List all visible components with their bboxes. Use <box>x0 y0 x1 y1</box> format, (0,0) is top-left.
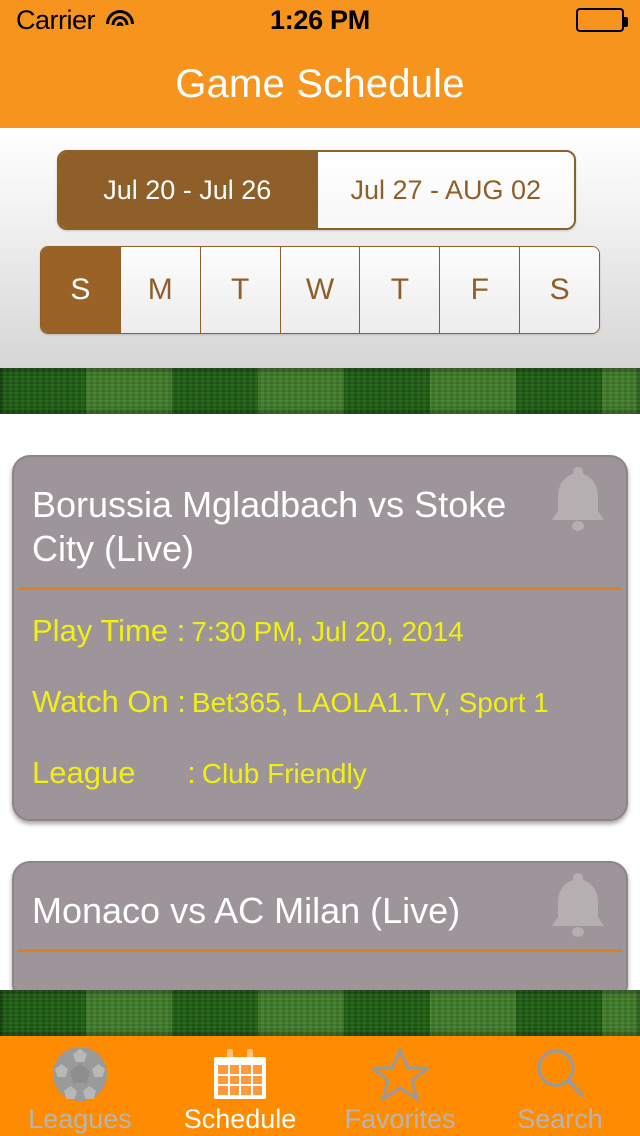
game-card[interactable]: Borussia Mgladbach vs Stoke City (Live) … <box>12 455 628 821</box>
week-range-segmented-control[interactable]: Jul 20 - Jul 26 Jul 27 - AUG 02 <box>57 150 576 230</box>
game-details: Play Time : 7:30 PM, Jul 20, 2014 Watch … <box>14 590 626 819</box>
tab-search-label: Search <box>517 1104 603 1134</box>
status-bar-left: Carrier <box>16 5 135 36</box>
game-details <box>14 952 626 990</box>
navigation-bar: Game Schedule <box>0 40 640 128</box>
watch-on-row: Watch On : Bet365, LAOLA1.TV, Sport 1 <box>32 683 608 722</box>
soccer-ball-icon <box>53 1046 107 1102</box>
day-of-week-selector[interactable]: S M T W T F S <box>40 246 600 334</box>
game-list[interactable]: Borussia Mgladbach vs Stoke City (Live) … <box>0 414 640 990</box>
battery-full-icon <box>576 8 628 32</box>
play-time-row: Play Time : 7:30 PM, Jul 20, 2014 <box>32 612 608 651</box>
watch-on-value: Bet365, LAOLA1.TV, Sport 1 <box>191 687 549 718</box>
week-range-option-0[interactable]: Jul 20 - Jul 26 <box>59 152 316 228</box>
play-time-label: Play Time : <box>32 613 186 648</box>
tab-bar[interactable]: Leagues Schedule Favorites Search <box>0 1036 640 1136</box>
game-title: Borussia Mgladbach vs Stoke City (Live) <box>32 484 507 569</box>
calendar-icon <box>214 1046 266 1102</box>
tab-schedule-label: Schedule <box>183 1104 297 1134</box>
tab-leagues-label: Leagues <box>28 1104 132 1134</box>
tab-favorites-label: Favorites <box>344 1104 456 1134</box>
day-button-friday[interactable]: F <box>439 247 520 333</box>
watch-on-label: Watch On : <box>32 684 186 719</box>
page-title: Game Schedule <box>175 61 465 106</box>
game-title: Monaco vs AC Milan (Live) <box>32 890 461 931</box>
play-time-value: 7:30 PM, Jul 20, 2014 <box>191 616 464 647</box>
day-button-monday[interactable]: M <box>119 247 200 333</box>
star-icon <box>371 1046 429 1102</box>
day-button-saturday[interactable]: S <box>519 247 599 333</box>
day-button-sunday[interactable]: S <box>41 247 120 333</box>
day-button-wednesday[interactable]: W <box>279 247 360 333</box>
app-root: Carrier 1:26 PM Game Schedule Jul 20 - J… <box>0 0 640 1136</box>
tab-search[interactable]: Search <box>480 1036 640 1135</box>
grass-divider-bottom <box>0 990 640 1036</box>
tab-leagues[interactable]: Leagues <box>0 1036 160 1135</box>
day-button-thursday[interactable]: T <box>359 247 440 333</box>
league-value: Club Friendly <box>201 758 367 789</box>
tab-favorites[interactable]: Favorites <box>320 1036 480 1135</box>
game-card[interactable]: Monaco vs AC Milan (Live) <box>12 861 628 990</box>
status-bar-right <box>576 8 628 32</box>
league-row: League : Club Friendly <box>32 754 608 793</box>
schedule-header-panel: Jul 20 - Jul 26 Jul 27 - AUG 02 S M T W … <box>0 128 640 368</box>
wifi-icon <box>105 9 135 31</box>
week-range-option-1[interactable]: Jul 27 - AUG 02 <box>315 152 574 228</box>
grass-divider-top <box>0 368 640 414</box>
magnifier-icon <box>532 1046 588 1102</box>
tab-schedule[interactable]: Schedule <box>160 1036 320 1135</box>
league-label: League : <box>32 755 196 790</box>
day-button-tuesday[interactable]: T <box>199 247 280 333</box>
status-bar: Carrier 1:26 PM <box>0 0 640 40</box>
carrier-label: Carrier <box>16 4 96 35</box>
